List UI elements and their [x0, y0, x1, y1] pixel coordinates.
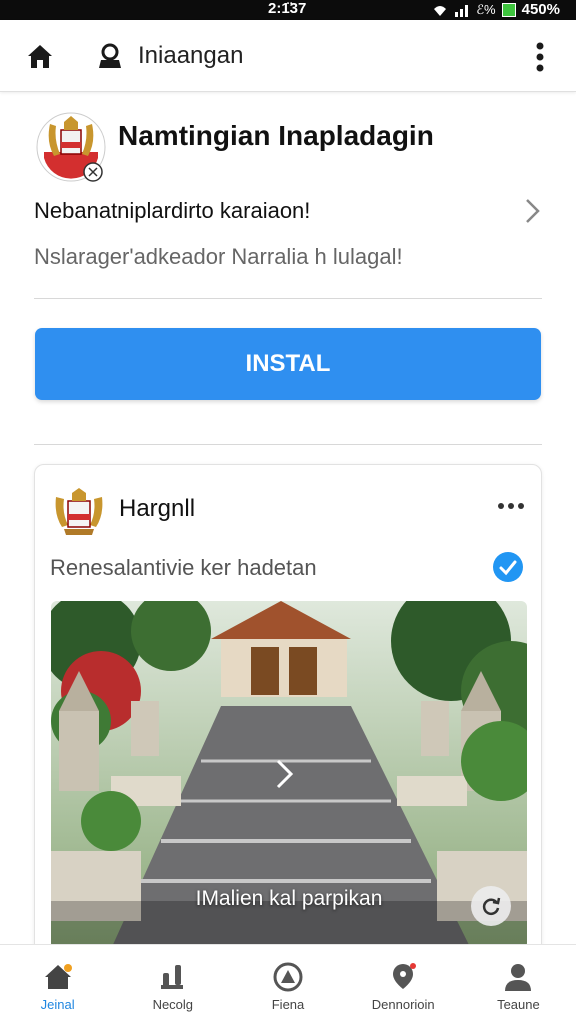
status-bar: 2:1̈37 ℰ% 450% [0, 0, 576, 20]
home-icon [44, 964, 72, 989]
people-icon [160, 965, 183, 989]
nav-item-notifications[interactable]: Dennorioin [346, 945, 461, 1024]
nav-label-notifications: Dennorioin [371, 997, 435, 1012]
home-icon[interactable] [24, 40, 56, 72]
more-options-icon[interactable] [528, 40, 552, 74]
nav-item-profile[interactable]: Teaune [461, 945, 576, 1024]
next-arrow-icon[interactable] [273, 757, 297, 791]
battery-icon [501, 3, 516, 17]
card-logo [55, 488, 103, 535]
nav-label-profile: Teaune [497, 997, 540, 1012]
description-text: Nebanatniplardirto karaiaon! [34, 198, 311, 223]
more-horizontal-icon[interactable] [497, 501, 525, 511]
verified-check-icon [493, 552, 523, 582]
sub-description: Nslarager'adkeador Narralia h lulagal! [34, 244, 403, 269]
profile-icon [505, 964, 532, 991]
page-title: Namtingian Inapladagin [118, 120, 434, 151]
coat-of-arms-logo [36, 112, 106, 182]
signal-icon [455, 5, 469, 17]
nav-label-home: Jeinal [40, 997, 75, 1012]
notification-icon [393, 963, 417, 989]
status-icons: ℰ% 450% [432, 0, 560, 20]
battery-level: 450% [521, 1, 560, 18]
compass-icon [273, 962, 303, 992]
wifi-icon [434, 6, 447, 16]
account-icon[interactable] [97, 42, 123, 70]
nav-item-people[interactable]: Necolg [115, 945, 230, 1024]
nav-item-home[interactable]: Jeinal [0, 945, 115, 1024]
card-author-name[interactable]: Hargnll [119, 495, 195, 523]
refresh-button[interactable] [471, 886, 511, 926]
app-bar: Iniaangan [0, 20, 576, 92]
status-extra: ℰ% [476, 2, 496, 17]
bottom-nav: Jeinal Necolg Fiena Dennorioin Teaune [0, 944, 576, 1024]
install-button[interactable]: INSTAL [35, 328, 541, 400]
nav-item-explore[interactable]: Fiena [230, 945, 345, 1024]
divider [34, 298, 542, 299]
description-row[interactable]: Nebanatniplardirto karaiaon! [34, 196, 544, 230]
card-caption: Renesalantivie ker hadetan [50, 555, 317, 580]
status-time: 2:1̈37 [268, 0, 307, 17]
nav-label-explore: Fiena [271, 997, 305, 1012]
chevron-right-icon[interactable] [522, 196, 544, 226]
app-title: Iniaangan [138, 42, 244, 69]
nav-label-people: Necolg [152, 997, 194, 1012]
post-photo[interactable]: IMalien kal parpikan [51, 601, 527, 949]
refresh-icon [482, 897, 501, 915]
divider [34, 444, 542, 445]
post-card: Hargnll Renesalantivie ker hadetan IMali… [34, 464, 542, 984]
photo-caption: IMalien kal parpikan [195, 887, 383, 910]
